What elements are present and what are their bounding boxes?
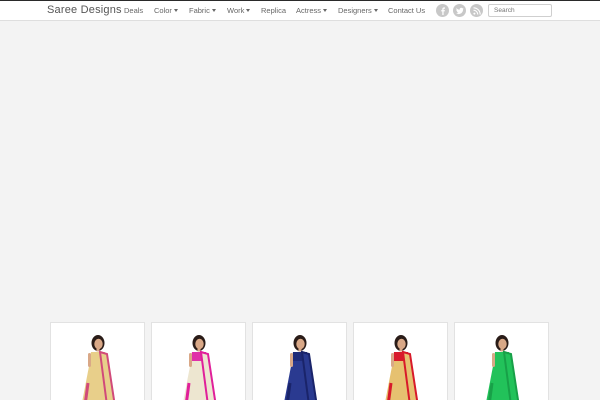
nav-replica[interactable]: Replica	[261, 6, 286, 15]
chevron-down-icon	[211, 9, 216, 12]
product-image	[82, 335, 116, 400]
facebook-icon[interactable]	[436, 4, 449, 17]
search-input[interactable]	[488, 4, 552, 17]
product-card[interactable]	[50, 322, 145, 400]
chevron-down-icon	[373, 9, 378, 12]
chevron-down-icon	[246, 9, 251, 12]
chevron-down-icon	[173, 9, 178, 12]
product-card[interactable]	[151, 322, 246, 400]
nav-fabric[interactable]: Fabric	[189, 6, 216, 15]
nav-deals[interactable]: Deals	[124, 6, 143, 15]
twitter-icon[interactable]	[453, 4, 466, 17]
product-card[interactable]	[252, 322, 347, 400]
nav-color[interactable]: Color	[154, 6, 178, 15]
nav-contact-us[interactable]: Contact Us	[388, 6, 425, 15]
product-image	[183, 335, 217, 400]
product-card[interactable]	[454, 322, 549, 400]
nav-actress[interactable]: Actress	[296, 6, 328, 15]
site-brand[interactable]: Saree Designs	[47, 4, 122, 16]
product-image	[486, 335, 520, 400]
top-navbar: Saree Designs Deals Color Fabric Work Re…	[0, 0, 600, 21]
product-card[interactable]	[353, 322, 448, 400]
product-image	[385, 335, 419, 400]
product-image	[284, 335, 318, 400]
nav-designers[interactable]: Designers	[338, 6, 378, 15]
chevron-down-icon	[323, 9, 328, 12]
rss-icon[interactable]	[470, 4, 483, 17]
nav-work[interactable]: Work	[227, 6, 251, 15]
